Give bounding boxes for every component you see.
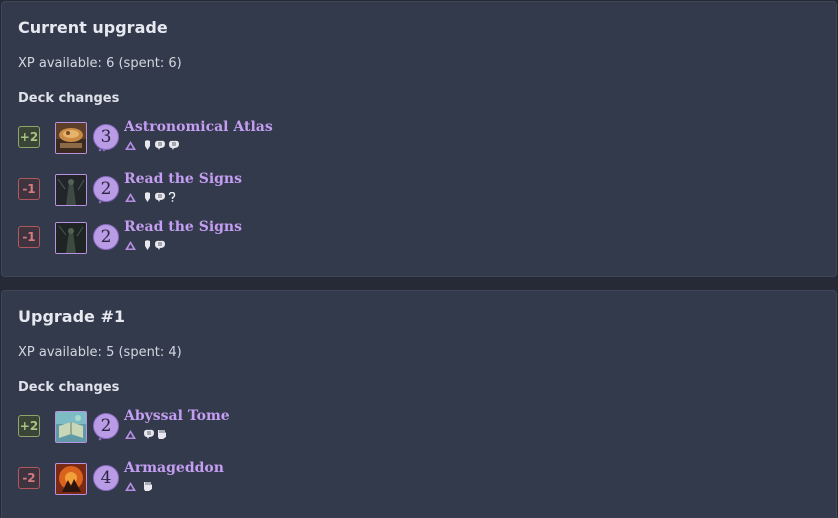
card-name-link[interactable]: Armageddon — [124, 460, 224, 476]
mystic-class-icon — [125, 429, 136, 439]
card-icons — [125, 480, 153, 492]
deck-change-row: -1 2 Read the Signs — [2, 219, 602, 258]
deck-change-row: +2 3 Astronomical Atlas — [2, 119, 602, 158]
panel-title: Upgrade #1 — [18, 307, 125, 326]
deck-change-row: -2 4 Armageddon — [2, 460, 602, 499]
card-level-value: 3 — [100, 126, 112, 147]
card-level-badge: 4 — [93, 465, 119, 491]
card-thumbnail-astronomical-atlas[interactable] — [55, 122, 87, 154]
xp-summary: XP available: 5 (spent: 4) — [18, 345, 182, 360]
willpower-skill-icon — [145, 240, 150, 250]
card-level-value: 2 — [100, 226, 112, 247]
upgrade-panel-1: Upgrade #1 XP available: 5 (spent: 4) De… — [1, 290, 837, 518]
experience-dots-icon — [98, 200, 102, 204]
card-level-value: 2 — [100, 415, 112, 436]
intellect-skill-icon — [169, 140, 179, 150]
card-icons — [125, 428, 167, 440]
deck-changes-heading: Deck changes — [18, 380, 120, 395]
willpower-skill-icon — [145, 192, 150, 202]
combat-skill-icon — [144, 482, 152, 491]
deck-change-row: -1 2 Read the Signs — [2, 171, 602, 210]
intellect-skill-icon — [144, 429, 154, 439]
panel-title: Current upgrade — [18, 18, 168, 37]
card-name-link[interactable]: Abyssal Tome — [124, 408, 230, 424]
mystic-class-icon — [125, 192, 136, 202]
card-level-value: 2 — [100, 178, 112, 199]
willpower-skill-icon — [145, 140, 150, 150]
quantity-badge: -1 — [18, 226, 40, 248]
card-level-badge: 3 — [93, 124, 119, 152]
xp-summary: XP available: 6 (spent: 6) — [18, 56, 182, 71]
card-name-link[interactable]: Read the Signs — [124, 219, 242, 235]
quantity-badge: +2 — [18, 126, 40, 148]
card-icons — [125, 191, 176, 203]
mystic-class-icon — [125, 481, 136, 491]
mystic-class-icon — [125, 240, 136, 250]
card-icons — [125, 139, 180, 151]
card-level-badge: 2 — [93, 176, 119, 204]
card-level-value: 4 — [100, 467, 112, 488]
card-icons — [125, 239, 166, 251]
intellect-skill-icon — [155, 192, 165, 202]
deck-changes-heading: Deck changes — [18, 91, 120, 106]
card-name-link[interactable]: Astronomical Atlas — [124, 119, 273, 135]
mystic-class-icon — [125, 140, 136, 150]
upgrade-panel-current: Current upgrade XP available: 6 (spent: … — [1, 1, 837, 277]
card-level-badge: 2 — [93, 224, 119, 250]
deck-change-row: +2 2 Abyssal Tome — [2, 408, 602, 447]
quantity-badge: -1 — [18, 178, 40, 200]
combat-skill-icon — [158, 430, 166, 439]
card-thumbnail-read-the-signs[interactable] — [55, 222, 87, 254]
quantity-badge: -2 — [18, 467, 40, 489]
card-thumbnail-armageddon[interactable] — [55, 463, 87, 495]
quantity-badge: +2 — [18, 415, 40, 437]
card-level-badge: 2 — [93, 413, 119, 441]
intellect-skill-icon — [155, 240, 165, 250]
card-thumbnail-abyssal-tome[interactable] — [55, 411, 87, 443]
intellect-skill-icon — [155, 140, 165, 150]
card-name-link[interactable]: Read the Signs — [124, 171, 242, 187]
experience-dots-icon — [98, 148, 106, 152]
experience-dots-icon — [98, 437, 102, 441]
wild-skill-icon — [168, 192, 176, 202]
card-thumbnail-read-the-signs[interactable] — [55, 174, 87, 206]
